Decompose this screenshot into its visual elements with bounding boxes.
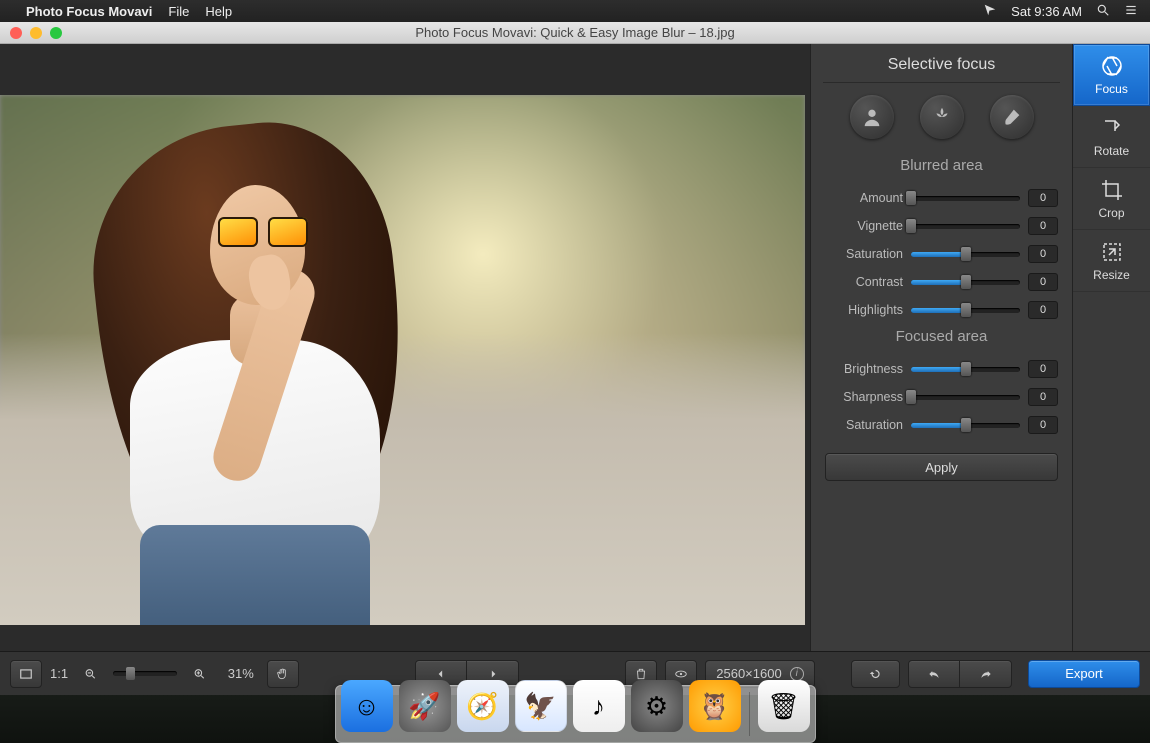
blurred-label-vignette: Vignette: [825, 219, 903, 233]
focused-track-saturation[interactable]: [911, 423, 1020, 428]
focused-slider-saturation: Saturation 0: [811, 411, 1072, 439]
dock-music-icon[interactable]: ♪: [573, 680, 625, 732]
export-button[interactable]: Export: [1028, 660, 1140, 688]
zoom-percent: 31%: [222, 666, 259, 681]
app-window: Photo Focus Movavi: Quick & Easy Image B…: [0, 22, 1150, 695]
mode-brush-button[interactable]: [990, 95, 1034, 139]
pan-hand-button[interactable]: [267, 660, 299, 688]
info-icon[interactable]: i: [790, 667, 804, 681]
focused-area-title: Focused area: [811, 328, 1072, 345]
zoom-in-button[interactable]: [185, 660, 214, 688]
blurred-value-vignette[interactable]: 0: [1028, 217, 1058, 235]
blurred-value-highlights[interactable]: 0: [1028, 301, 1058, 319]
dock-area: ☺🚀🧭🦅♪⚙🦉🗑: [0, 695, 1150, 743]
blurred-area-title: Blurred area: [811, 157, 1072, 174]
tool-label-rotate: Rotate: [1094, 144, 1129, 158]
menu-file[interactable]: File: [168, 4, 189, 19]
focused-track-sharpness[interactable]: [911, 395, 1020, 400]
dock-finder-icon[interactable]: ☺: [341, 680, 393, 732]
blurred-label-contrast: Contrast: [825, 275, 903, 289]
window-title: Photo Focus Movavi: Quick & Easy Image B…: [0, 25, 1150, 40]
panel-title: Selective focus: [811, 56, 1072, 74]
tool-label-focus: Focus: [1095, 82, 1128, 96]
app-name[interactable]: Photo Focus Movavi: [26, 4, 152, 19]
window-maximize-button[interactable]: [50, 27, 62, 39]
focused-value-brightness[interactable]: 0: [1028, 360, 1058, 378]
fit-screen-button[interactable]: [10, 660, 42, 688]
blurred-track-contrast[interactable]: [911, 280, 1020, 285]
undo-button[interactable]: [908, 660, 960, 688]
canvas-area: [0, 44, 810, 651]
macos-menubar: Photo Focus Movavi File Help Sat 9:36 AM: [0, 0, 1150, 22]
zoom-slider[interactable]: [113, 671, 178, 676]
apply-button[interactable]: Apply: [825, 453, 1058, 481]
blurred-value-saturation[interactable]: 0: [1028, 245, 1058, 263]
window-close-button[interactable]: [10, 27, 22, 39]
blurred-slider-contrast: Contrast 0: [811, 268, 1072, 296]
window-titlebar: Photo Focus Movavi: Quick & Easy Image B…: [0, 22, 1150, 44]
tool-crop[interactable]: Crop: [1073, 168, 1150, 230]
zoom-out-button[interactable]: [76, 660, 105, 688]
focused-label-brightness: Brightness: [825, 362, 903, 376]
blurred-slider-amount: Amount 0: [811, 184, 1072, 212]
dock-launchpad-icon[interactable]: 🚀: [399, 680, 451, 732]
blurred-slider-highlights: Highlights 0: [811, 296, 1072, 324]
focused-label-sharpness: Sharpness: [825, 390, 903, 404]
blurred-label-amount: Amount: [825, 191, 903, 205]
input-icon[interactable]: [983, 3, 997, 20]
focused-slider-sharpness: Sharpness 0: [811, 383, 1072, 411]
blurred-track-amount[interactable]: [911, 196, 1020, 201]
tool-focus[interactable]: Focus: [1073, 44, 1150, 106]
blurred-track-vignette[interactable]: [911, 224, 1020, 229]
dock-trash-icon[interactable]: 🗑: [758, 680, 810, 732]
spotlight-icon[interactable]: [1096, 3, 1110, 20]
blurred-track-highlights[interactable]: [911, 308, 1020, 313]
tool-label-resize: Resize: [1093, 268, 1130, 282]
blurred-label-highlights: Highlights: [825, 303, 903, 317]
mode-macro-button[interactable]: [920, 95, 964, 139]
tool-label-crop: Crop: [1098, 206, 1124, 220]
revert-button[interactable]: [851, 660, 900, 688]
focused-slider-brightness: Brightness 0: [811, 355, 1072, 383]
dock-settings-icon[interactable]: ⚙: [631, 680, 683, 732]
blurred-slider-saturation: Saturation 0: [811, 240, 1072, 268]
menu-help[interactable]: Help: [205, 4, 232, 19]
focused-label-saturation: Saturation: [825, 418, 903, 432]
blurred-value-amount[interactable]: 0: [1028, 189, 1058, 207]
window-minimize-button[interactable]: [30, 27, 42, 39]
dock: ☺🚀🧭🦅♪⚙🦉🗑: [335, 685, 816, 743]
blurred-slider-vignette: Vignette 0: [811, 212, 1072, 240]
focused-track-brightness[interactable]: [911, 367, 1020, 372]
dock-mail-icon[interactable]: 🦅: [515, 680, 567, 732]
menu-list-icon[interactable]: [1124, 3, 1138, 20]
image-preview[interactable]: [0, 95, 805, 625]
mode-portrait-button[interactable]: [850, 95, 894, 139]
tool-resize[interactable]: Resize: [1073, 230, 1150, 292]
dock-safari-icon[interactable]: 🧭: [457, 680, 509, 732]
redo-button[interactable]: [960, 660, 1012, 688]
tool-rotate[interactable]: Rotate: [1073, 106, 1150, 168]
blurred-track-saturation[interactable]: [911, 252, 1020, 257]
dimensions-text: 2560×1600: [716, 666, 781, 681]
dock-owl-icon[interactable]: 🦉: [689, 680, 741, 732]
right-toolbar: Focus Rotate Crop Resize: [1072, 44, 1150, 651]
blurred-label-saturation: Saturation: [825, 247, 903, 261]
focused-value-saturation[interactable]: 0: [1028, 416, 1058, 434]
blurred-value-contrast[interactable]: 0: [1028, 273, 1058, 291]
fit-1to1-label[interactable]: 1:1: [50, 666, 68, 681]
selective-focus-panel: Selective focus Blurred area Amount0Vign…: [810, 44, 1072, 651]
menubar-clock[interactable]: Sat 9:36 AM: [1011, 4, 1082, 19]
focused-value-sharpness[interactable]: 0: [1028, 388, 1058, 406]
